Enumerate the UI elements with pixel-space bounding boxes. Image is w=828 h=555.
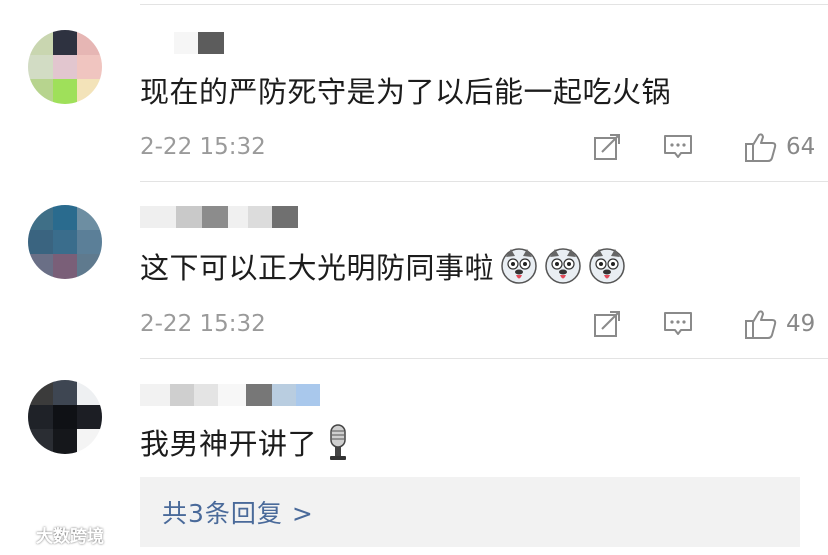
avatar[interactable] xyxy=(28,30,102,104)
comment-text: 我男神开讲了 xyxy=(140,422,353,462)
husky-emoji xyxy=(544,247,582,285)
share-icon xyxy=(594,311,620,337)
comment-icon xyxy=(664,135,692,158)
like-count: 64 xyxy=(786,134,816,160)
comment-meta: 2-22 15:32 64 xyxy=(140,130,815,164)
comment-text: 这下可以正大光明防同事啦 xyxy=(140,246,626,286)
comment-button[interactable] xyxy=(662,132,694,162)
username-blurred[interactable] xyxy=(140,28,224,54)
comment-actions: 49 xyxy=(592,307,815,341)
watermark-logo-icon xyxy=(7,524,30,543)
avatar[interactable] xyxy=(28,205,102,279)
like-count: 49 xyxy=(786,311,816,337)
avatar[interactable] xyxy=(28,380,102,454)
microphone-emoji xyxy=(323,423,353,461)
comment-time: 2-22 15:32 xyxy=(140,311,266,337)
comment-button[interactable] xyxy=(662,309,694,339)
husky-emoji xyxy=(588,247,626,285)
view-replies-label: 共3条回复 > xyxy=(162,499,314,528)
share-button[interactable] xyxy=(592,132,622,162)
share-icon xyxy=(594,134,620,160)
comment-icon xyxy=(664,312,692,335)
share-button[interactable] xyxy=(592,309,622,339)
comment-text: 现在的严防死守是为了以后能一起吃火锅 xyxy=(140,75,672,109)
comment-actions: 64 xyxy=(592,130,815,164)
divider xyxy=(140,358,828,359)
watermark-text: 大数跨境 xyxy=(36,527,104,547)
username-blurred[interactable] xyxy=(140,380,320,406)
watermark: 大数跨境 xyxy=(6,522,104,547)
comment-time: 2-22 15:32 xyxy=(140,134,266,160)
divider xyxy=(140,181,828,182)
divider-top xyxy=(140,4,828,5)
like-button[interactable]: 49 xyxy=(744,308,815,340)
thumbs-up-icon xyxy=(745,133,777,162)
like-button[interactable]: 64 xyxy=(744,131,815,163)
view-replies-button[interactable]: 共3条回复 > xyxy=(140,477,800,547)
username-blurred[interactable] xyxy=(140,202,298,228)
comment-meta: 2-22 15:32 49 xyxy=(140,307,815,341)
husky-emoji xyxy=(500,247,538,285)
thumbs-up-icon xyxy=(745,310,777,339)
